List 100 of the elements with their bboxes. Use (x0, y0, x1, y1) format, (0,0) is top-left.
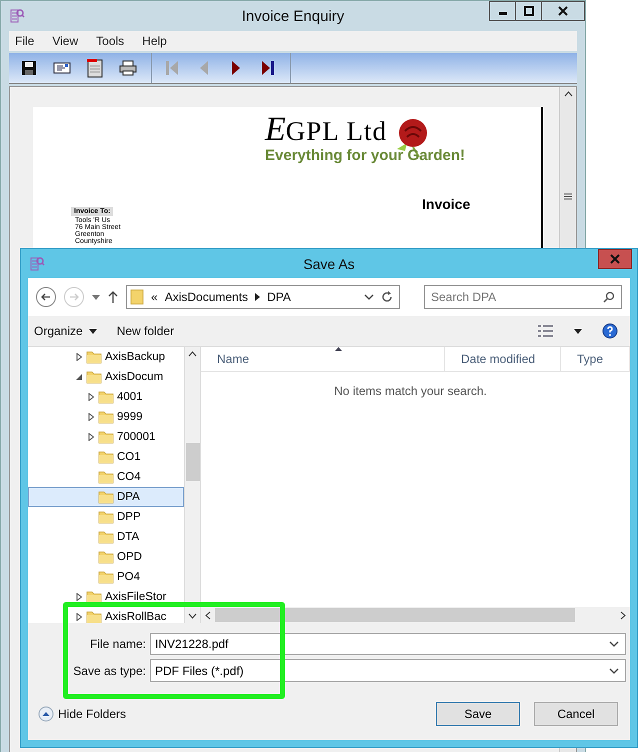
tree-item[interactable]: CO4 (28, 467, 184, 487)
scroll-thumb[interactable] (215, 608, 575, 622)
caret-icon[interactable] (574, 328, 582, 334)
file-type-dropdown[interactable]: PDF Files (*.pdf) (150, 659, 626, 682)
dropdown-caret-icon[interactable] (92, 294, 100, 300)
tree-item[interactable]: 700001 (28, 427, 184, 447)
logo-initial: E (265, 115, 286, 145)
chevron-down-icon[interactable] (364, 294, 374, 300)
chevron-down-icon (609, 641, 619, 647)
folder-name: PO4 (117, 571, 140, 583)
save-button[interactable]: Save (436, 702, 520, 726)
hide-folders-button[interactable]: Hide Folders (38, 706, 126, 722)
tree-item[interactable]: DPA (28, 487, 184, 507)
menu-item[interactable]: Tools (96, 34, 124, 48)
right-chevron-icon (620, 610, 626, 620)
horizontal-scrollbar[interactable] (201, 607, 630, 623)
collapsed-triangle-icon[interactable] (87, 413, 95, 421)
folder-name: 4001 (117, 391, 143, 403)
breadcrumb-item[interactable]: « (151, 290, 158, 304)
vertical-scrollbar[interactable] (184, 347, 200, 623)
up-chevron-icon (188, 351, 197, 357)
invoice-heading: Invoice (422, 196, 470, 212)
maximize-button[interactable] (515, 1, 542, 21)
tree-item[interactable]: AxisDocum (28, 367, 184, 387)
breadcrumb-separator-icon (255, 293, 260, 301)
tree-item[interactable]: DPP (28, 507, 184, 527)
left-arrow-icon (41, 292, 51, 302)
menu-item[interactable]: File (15, 34, 34, 48)
column-header[interactable]: Type (561, 347, 630, 371)
collapsed-triangle-icon[interactable] (75, 593, 83, 601)
chevron-down-icon (609, 668, 619, 674)
tree-item[interactable]: DTA (28, 527, 184, 547)
cancel-button[interactable]: Cancel (534, 702, 618, 726)
tree-item[interactable]: PO4 (28, 567, 184, 587)
tree-item[interactable]: OPD (28, 547, 184, 567)
folder-name: AxisFileStor (105, 591, 166, 603)
folder-icon (130, 289, 144, 305)
folder-icon (98, 429, 114, 445)
expanded-triangle-icon[interactable] (75, 373, 83, 381)
file-name-label: File name: (88, 637, 147, 651)
folder-icon (86, 349, 102, 365)
envelope-icon (53, 61, 71, 75)
up-arrow-icon[interactable] (108, 291, 118, 303)
folder-icon (98, 449, 114, 465)
organize-menu[interactable]: Organize (34, 324, 97, 338)
printer-icon (119, 60, 137, 76)
folder-name: AxisRollBac (105, 611, 166, 623)
skip-to-start-icon (165, 60, 179, 76)
tree-item[interactable]: AxisBackup (28, 347, 184, 367)
folder-icon (98, 509, 114, 525)
folder-name: DPP (117, 511, 141, 523)
down-chevron-icon (188, 613, 197, 619)
collapsed-triangle-icon[interactable] (75, 613, 83, 621)
breadcrumb-item[interactable]: DPA (267, 290, 291, 304)
skip-to-end-icon (261, 60, 275, 76)
collapsed-triangle-icon[interactable] (87, 393, 95, 401)
up-chevron-icon (564, 91, 572, 97)
folder-icon (86, 589, 102, 605)
address-bar[interactable]: « AxisDocuments DPA (126, 285, 400, 309)
company-name: GPL Ltd (286, 117, 388, 145)
folder-name: 9999 (117, 411, 143, 423)
tagline: Everything for your Garden! (265, 147, 466, 164)
folder-icon (98, 549, 114, 565)
document-search-icon (9, 8, 25, 24)
minimize-button[interactable] (489, 1, 516, 21)
new-folder-button[interactable]: New folder (116, 324, 174, 338)
close-button[interactable] (541, 1, 585, 21)
folder-icon (98, 389, 114, 405)
menu-item[interactable]: Help (142, 34, 167, 48)
column-header[interactable]: Date modified (445, 347, 561, 371)
menu-item[interactable]: View (52, 34, 78, 48)
tree-item[interactable]: 9999 (28, 407, 184, 427)
left-triangle-icon (199, 60, 209, 76)
caret-icon (88, 328, 97, 334)
folder-name: OPD (117, 551, 142, 563)
help-icon[interactable] (602, 323, 618, 339)
refresh-icon[interactable] (381, 291, 393, 303)
file-name-field[interactable]: INV21228.pdf (150, 633, 626, 655)
folder-icon (86, 369, 102, 385)
folder-icon (98, 409, 114, 425)
folder-name: CO4 (117, 471, 141, 483)
sort-arrow-icon (335, 347, 342, 351)
search-icon (603, 291, 615, 303)
folder-icon (98, 489, 114, 505)
scroll-thumb[interactable] (186, 443, 200, 481)
folder-name: CO1 (117, 451, 141, 463)
collapsed-triangle-icon[interactable] (87, 433, 95, 441)
back-button[interactable] (36, 287, 56, 307)
tree-item[interactable]: CO1 (28, 447, 184, 467)
save-as-type-label: Save as type: (72, 664, 147, 678)
search-field[interactable]: Search DPA (424, 285, 622, 309)
close-icon (558, 6, 568, 16)
collapsed-triangle-icon[interactable] (75, 353, 83, 361)
breadcrumb-item[interactable]: AxisDocuments (164, 290, 248, 304)
document-search-icon (29, 256, 45, 272)
dialog-title: Save As (302, 256, 356, 272)
tree-item[interactable]: 4001 (28, 387, 184, 407)
view-list-icon[interactable] (538, 325, 554, 337)
right-triangle-icon (231, 60, 241, 76)
folder-name: DPA (117, 491, 140, 503)
